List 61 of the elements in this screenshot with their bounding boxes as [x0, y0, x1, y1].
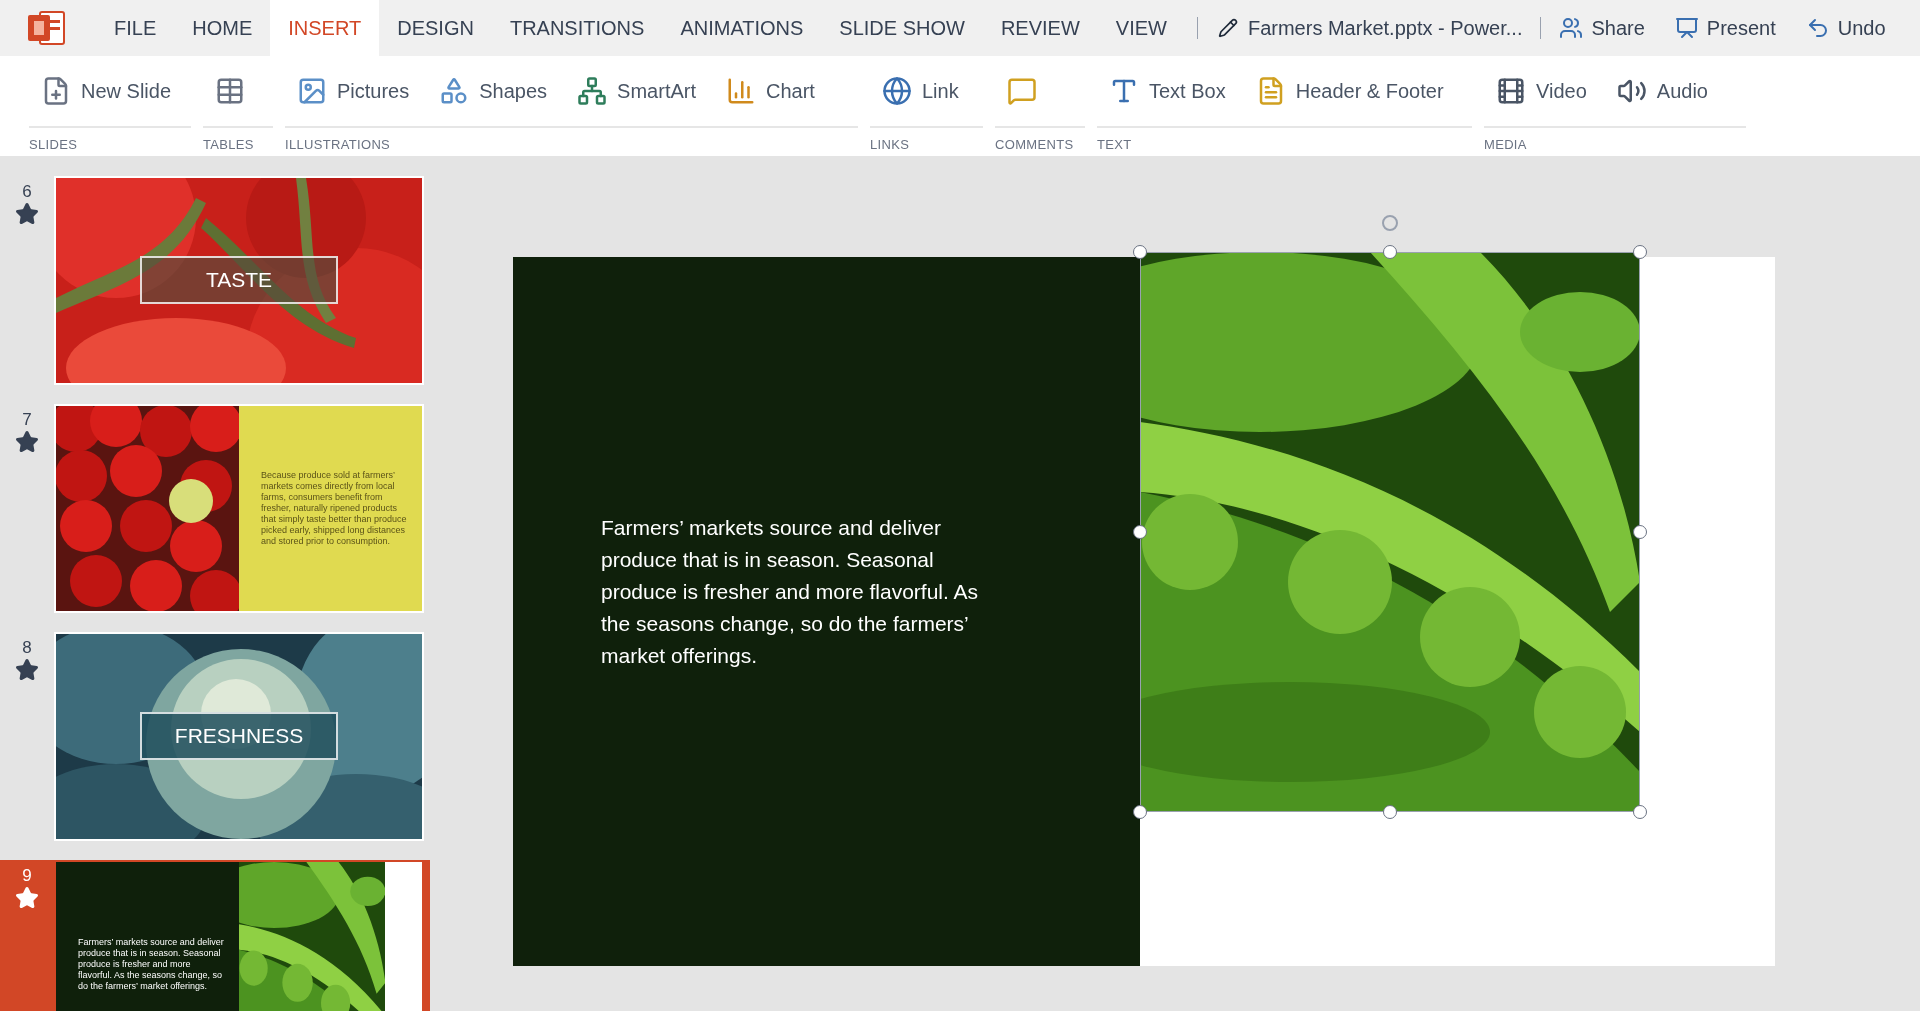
ribbon-button[interactable]: Text Box [1109, 76, 1226, 106]
film-icon [1496, 76, 1526, 106]
slide-body-text: Farmers’ markets source and deliver produce that is in season. Seasonal produce is fresher and more flavorful. As the seasons change, so do the farmers’ market offerings. [601, 514, 979, 669]
selected-slide-marker[interactable]: 9 Farmers’ markets source and deliver produce that is in season. Seasonal produce is fresher and more flavorful. As the seasons change, so do the farmers’ market offerings. [0, 860, 430, 1011]
document-title: Farmers Market.pptx - Power... [1247, 16, 1523, 41]
ribbon-button[interactable]: Chart [726, 76, 815, 106]
menu-tab[interactable]: VIEW [1097, 0, 1185, 56]
menu-tab[interactable]: HOME [174, 0, 271, 56]
table-icon [215, 76, 245, 106]
slide-number: 9 [22, 866, 32, 886]
globe-icon [882, 76, 912, 106]
ribbon-button[interactable]: Shapes [439, 76, 548, 106]
slide-caption: FRESHNESS [140, 712, 338, 760]
slide-number: 8 [22, 638, 32, 658]
slide-thumbnail[interactable]: FRESHNESS [54, 632, 424, 841]
ribbon-group-label: COMMENTS [995, 137, 1074, 152]
ribbon-button[interactable]: Header & Footer [1255, 76, 1444, 106]
menu-tab[interactable]: DESIGN [379, 0, 492, 56]
toolbar-button[interactable]: Undo [1805, 13, 1886, 43]
slide-thumbnail[interactable]: Farmers’ markets source and deliver produce that is in season. Seasonal produce is fresher and more flavorful. As the seasons change, so do the farmers’ market offerings. [54, 860, 424, 1011]
rotate-handle[interactable] [1382, 215, 1398, 231]
people-icon [1559, 16, 1584, 40]
slide-caption: TASTE [140, 256, 338, 304]
slide-thumbnail[interactable] [54, 404, 424, 613]
slide-number: 6 [22, 182, 32, 202]
slide-number: 7 [22, 410, 32, 430]
menu-tab[interactable]: ANIMATIONS [662, 0, 822, 56]
ribbon-button[interactable]: New Slide [41, 76, 172, 106]
menu-tab[interactable]: FILE [96, 0, 175, 56]
resize-handle[interactable] [1383, 245, 1397, 259]
bar-chart-icon [726, 76, 756, 106]
ribbon-button[interactable] [215, 76, 245, 106]
menu-tab[interactable]: REVIEW [982, 0, 1098, 56]
pencil-icon [1217, 18, 1238, 38]
ribbon-button[interactable]: Video [1496, 76, 1587, 106]
slide-body-text: Because produce sold at farmers’ markets comes directly from local farms, consumers benefit from fresher, naturally ripened products that simply taste better than produce picked early, shipped long distances and stored prior to consumption. [261, 470, 408, 547]
menu-tab[interactable]: INSERT [270, 0, 380, 56]
picture-icon [297, 76, 327, 106]
ribbon-group-label: LINKS [870, 137, 910, 152]
app-logo-icon[interactable] [26, 8, 66, 48]
ribbon-button[interactable]: Pictures [297, 76, 410, 106]
ribbon-group-label: SLIDES [29, 137, 78, 152]
ribbon-button[interactable]: SmartArt [577, 76, 696, 106]
ribbon-group-label: ILLUSTRATIONS [285, 137, 391, 152]
ribbon-button[interactable]: Audio [1616, 76, 1708, 106]
menu-tab[interactable]: SLIDE SHOW [821, 0, 983, 56]
slide-body-text: Farmers’ markets source and deliver produce that is in season. Seasonal produce is fresher and more flavorful. As the seasons change, so do the farmers’ market offerings. [78, 937, 225, 992]
toolbar-button[interactable]: Share [1559, 13, 1645, 43]
diagram-icon [577, 76, 608, 106]
menu-tab[interactable]: TRANSITIONS [491, 0, 663, 56]
resize-handle[interactable] [1133, 245, 1147, 259]
resize-handle[interactable] [1633, 245, 1647, 259]
slide-thumbnail[interactable]: TASTE [54, 176, 424, 385]
ribbon-group-label: TABLES [203, 137, 254, 152]
ribbon-group-label: MEDIA [1484, 137, 1527, 152]
ribbon-button[interactable]: Link [882, 76, 959, 106]
slide-text-panel[interactable]: Farmers’ markets source and deliver produce that is in season. Seasonal produce is fresher and more flavorful. As the seasons change, so do the farmers’ market offerings. [513, 257, 1140, 966]
toolbar-button[interactable]: Present [1674, 13, 1776, 43]
ribbon-group-label: TEXT [1097, 137, 1132, 152]
presentation-icon [1674, 16, 1699, 40]
comment-icon [1007, 76, 1037, 106]
